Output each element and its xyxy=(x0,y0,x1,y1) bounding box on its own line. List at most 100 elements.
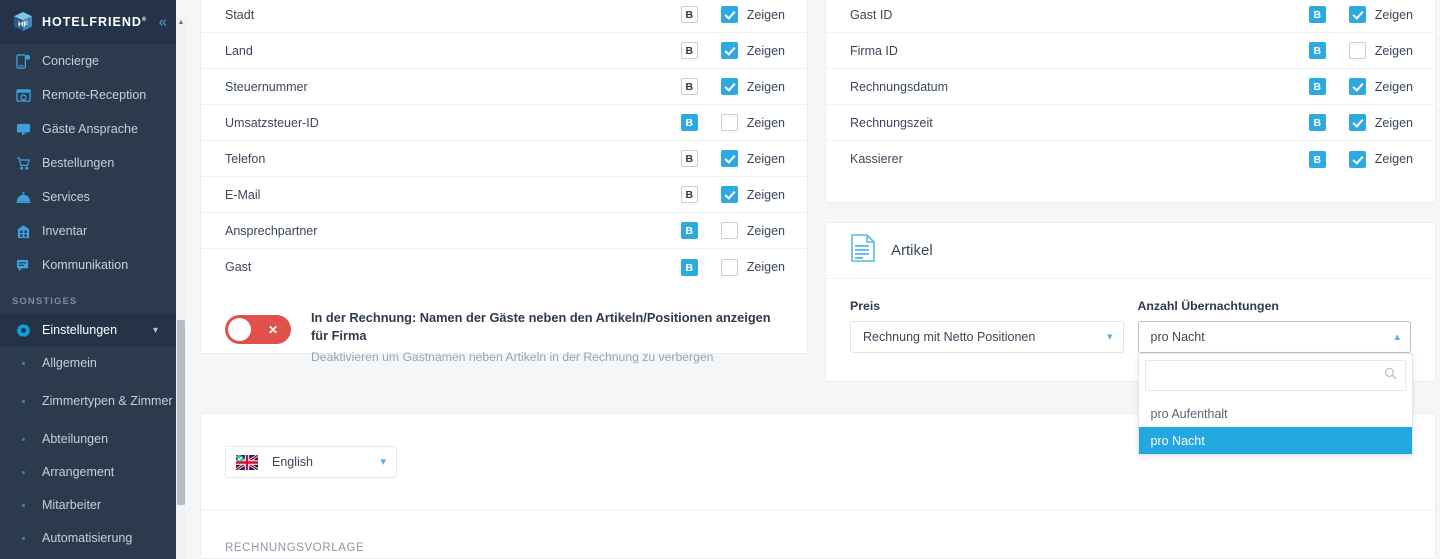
uebernachtungen-select[interactable]: pro Nacht ▴ xyxy=(1137,321,1411,353)
bullet-dot-icon xyxy=(12,471,34,474)
chevron-down-icon[interactable]: ▾ xyxy=(153,325,158,336)
sidebar-item-gaeste-ansprache[interactable]: Gäste Ansprache xyxy=(0,112,176,146)
document-list-icon xyxy=(850,234,876,267)
room-service-icon xyxy=(12,190,34,205)
bold-toggle-button[interactable]: B xyxy=(1308,150,1326,168)
show-checkbox[interactable] xyxy=(720,114,738,131)
sidebar-item-label: Services xyxy=(42,190,90,204)
sidebar-scrollbar-thumb[interactable] xyxy=(177,320,185,505)
chevron-down-icon: ▾ xyxy=(1106,330,1113,343)
bold-toggle-button[interactable]: B xyxy=(680,258,698,276)
show-checkbox[interactable] xyxy=(720,186,738,203)
sidebar-section-sonstiges: SONSTIGES xyxy=(12,296,78,307)
show-checkbox[interactable] xyxy=(1348,114,1366,131)
sidebar-subitem-label: Automatisierung xyxy=(42,531,133,545)
sidebar-item-inventar[interactable]: Inventar xyxy=(0,214,176,248)
sidebar-subitem-label: Abteilungen xyxy=(42,432,109,446)
field-label: Land xyxy=(225,43,253,58)
bold-toggle-button[interactable]: B xyxy=(680,222,698,239)
sidebar-item-einstellungen[interactable]: Einstellungen ▾ xyxy=(0,313,176,347)
sidebar-item-label: Gäste Ansprache xyxy=(42,122,138,136)
sidebar-item-concierge[interactable]: Concierge xyxy=(0,44,176,78)
dropdown-search-input[interactable] xyxy=(1153,368,1384,383)
show-checkbox[interactable] xyxy=(1348,42,1366,59)
sidebar-item-arrangement[interactable]: Arrangement xyxy=(0,456,176,489)
company-fields-list: Stadt B Zeigen Land B Zeigen Steuernummer B Zeig… xyxy=(201,0,807,285)
uebernachtungen-field: Anzahl Übernachtungen pro Nacht ▴ pro Au… xyxy=(1137,299,1413,455)
bold-toggle-button[interactable]: B xyxy=(1308,114,1326,131)
sidebar-subitem-label: Arrangement xyxy=(42,465,115,479)
invoice-fields-card: Gast ID B Zeigen Firma ID B Zeigen Rechnungsda… xyxy=(825,0,1436,203)
sidebar: HF HOTELFRIEND® « Concierge Remote-Recep… xyxy=(0,0,176,559)
sidebar-item-zimmertypen-zimmer[interactable]: Zimmertypen & Zimmer xyxy=(0,380,176,423)
sidebar-item-allgemein[interactable]: Allgemein xyxy=(0,347,176,380)
bold-toggle-button[interactable]: B xyxy=(1308,42,1326,59)
sidebar-item-mitarbeiter[interactable]: Mitarbeiter xyxy=(0,489,176,522)
sidebar-item-label: Inventar xyxy=(42,224,88,238)
table-row: Rechnungszeit B Zeigen xyxy=(826,105,1435,141)
chevron-up-icon: ▴ xyxy=(1394,330,1400,343)
toggle-subtitle: Deaktivieren um Gastnamen neben Artikeln… xyxy=(311,350,714,364)
guest-names-toggle[interactable]: ✕ xyxy=(225,315,291,344)
bold-toggle-button[interactable]: B xyxy=(680,6,698,23)
dropdown-option[interactable]: pro Nacht xyxy=(1138,427,1412,454)
show-checkbox[interactable] xyxy=(1348,6,1366,23)
show-checkbox-label: Zeigen xyxy=(1374,7,1413,22)
field-label: Umsatzsteuer-ID xyxy=(225,115,319,130)
bold-toggle-button[interactable]: B xyxy=(680,78,698,95)
toggle-title: In der Rechnung: Namen der Gäste neben d… xyxy=(311,310,771,343)
show-checkbox-label: Zeigen xyxy=(746,223,785,238)
toggle-text-group: In der Rechnung: Namen der Gäste neben d… xyxy=(311,309,783,364)
field-label: Stadt xyxy=(225,7,255,22)
bold-toggle-button[interactable]: B xyxy=(680,114,698,131)
inventory-building-icon xyxy=(12,224,34,239)
bold-toggle-button[interactable]: B xyxy=(1308,6,1326,23)
table-row: Umsatzsteuer-ID B Zeigen xyxy=(201,105,807,141)
uebernachtungen-dropdown: pro Aufenthalt pro Nacht xyxy=(1137,353,1413,455)
show-checkbox[interactable] xyxy=(1348,78,1366,95)
language-value: English xyxy=(272,455,313,469)
show-checkbox[interactable] xyxy=(720,78,738,95)
artikel-card-title: Artikel xyxy=(891,242,933,259)
table-row: E-Mail B Zeigen xyxy=(201,177,807,213)
show-checkbox[interactable] xyxy=(720,42,738,59)
sidebar-item-abteilungen[interactable]: Abteilungen xyxy=(0,423,176,456)
bold-toggle-button[interactable]: B xyxy=(680,42,698,59)
search-icon xyxy=(1384,367,1397,385)
show-checkbox-label: Zeigen xyxy=(1374,152,1413,166)
table-row: Firma ID B Zeigen xyxy=(826,33,1435,69)
bold-toggle-button[interactable]: B xyxy=(680,150,698,167)
field-label: Gast xyxy=(225,260,252,274)
scroll-up-arrow-icon[interactable]: ▲ xyxy=(177,19,185,27)
sidebar-item-services[interactable]: Services xyxy=(0,180,176,214)
show-checkbox[interactable] xyxy=(720,258,738,276)
field-label: E-Mail xyxy=(225,187,261,202)
bold-toggle-button[interactable]: B xyxy=(1308,78,1326,95)
show-checkbox-label: Zeigen xyxy=(1374,43,1413,58)
preis-select[interactable]: Rechnung mit Netto Positionen ▾ xyxy=(850,321,1124,353)
guest-address-icon xyxy=(12,122,34,137)
bullet-dot-icon xyxy=(12,438,34,441)
show-checkbox[interactable] xyxy=(720,150,738,167)
sidebar-item-label: Concierge xyxy=(42,54,99,68)
bullet-dot-icon xyxy=(12,400,34,403)
chevron-double-left-icon[interactable]: « xyxy=(159,15,167,30)
show-checkbox[interactable] xyxy=(720,6,738,23)
bold-toggle-button[interactable]: B xyxy=(680,186,698,203)
show-checkbox[interactable] xyxy=(720,222,738,239)
sidebar-item-kommunikation[interactable]: Kommunikation xyxy=(0,248,176,282)
show-checkbox[interactable] xyxy=(1348,150,1366,168)
uebernachtungen-selected-value: pro Nacht xyxy=(1150,330,1205,344)
table-row: Kassierer B Zeigen xyxy=(826,141,1435,177)
dropdown-option[interactable]: pro Aufenthalt xyxy=(1139,400,1412,427)
chat-bubble-icon xyxy=(12,258,34,273)
mobile-concierge-icon xyxy=(12,53,34,69)
table-row: Steuernummer B Zeigen xyxy=(201,69,807,105)
sidebar-item-remote-reception[interactable]: Remote-Reception xyxy=(0,78,176,112)
bullet-dot-icon xyxy=(12,362,34,365)
sidebar-item-bestellungen[interactable]: Bestellungen xyxy=(0,146,176,180)
sidebar-item-automatisierung[interactable]: Automatisierung xyxy=(0,522,176,555)
language-select[interactable]: English ▾ xyxy=(225,446,397,478)
sidebar-item-label: Kommunikation xyxy=(42,258,129,272)
table-row: Gast ID B Zeigen xyxy=(826,0,1435,33)
